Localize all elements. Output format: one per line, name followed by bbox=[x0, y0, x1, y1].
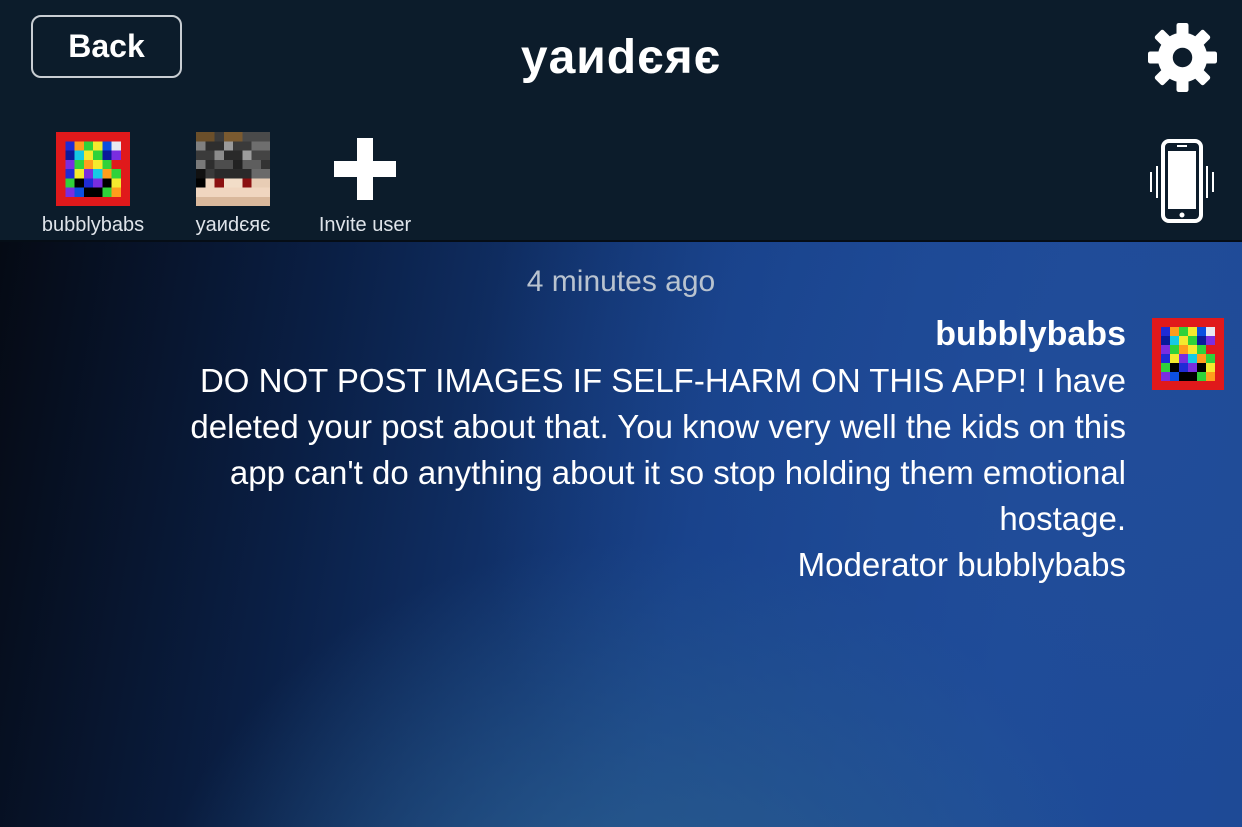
message-body: DO NOT POST IMAGES IF SELF-HARM ON THIS … bbox=[26, 358, 1126, 588]
phone-vibrate-icon[interactable] bbox=[1146, 138, 1218, 224]
avatar-rainbow[interactable] bbox=[1152, 318, 1224, 390]
gear-icon[interactable] bbox=[1145, 20, 1220, 95]
chat-area[interactable]: 4 minutes ago bubblybabs DO NOT POST IMA… bbox=[0, 242, 1242, 827]
plus-icon bbox=[334, 138, 396, 200]
member-name: yаиdєяє bbox=[195, 214, 271, 236]
message-line: Moderator bubblybabs bbox=[797, 546, 1126, 583]
member-yandere[interactable]: yаиdєяє bbox=[173, 132, 293, 237]
avatar-pixel-character bbox=[196, 132, 270, 206]
chat-title: yаиdєяє bbox=[520, 31, 722, 84]
invite-user-button[interactable]: Invite user bbox=[305, 132, 425, 237]
message-line: deleted your post about that. You know v… bbox=[190, 408, 1126, 445]
member-name: Invite user bbox=[318, 214, 412, 236]
message-timestamp: 4 minutes ago bbox=[526, 265, 716, 298]
top-bar: Back yаиdєяє bubblybabs yаиdєяє Invite u… bbox=[0, 0, 1242, 242]
member-name: bubblybabs bbox=[41, 214, 145, 236]
avatar-rainbow bbox=[56, 132, 130, 206]
message-line: DO NOT POST IMAGES IF SELF-HARM ON THIS … bbox=[199, 362, 1126, 399]
member-bubblybabs[interactable]: bubblybabs bbox=[33, 132, 153, 237]
message-author: bubblybabs bbox=[935, 315, 1126, 353]
message-line: hostage. bbox=[999, 500, 1126, 537]
message-line: app can't do anything about it so stop h… bbox=[229, 454, 1126, 491]
